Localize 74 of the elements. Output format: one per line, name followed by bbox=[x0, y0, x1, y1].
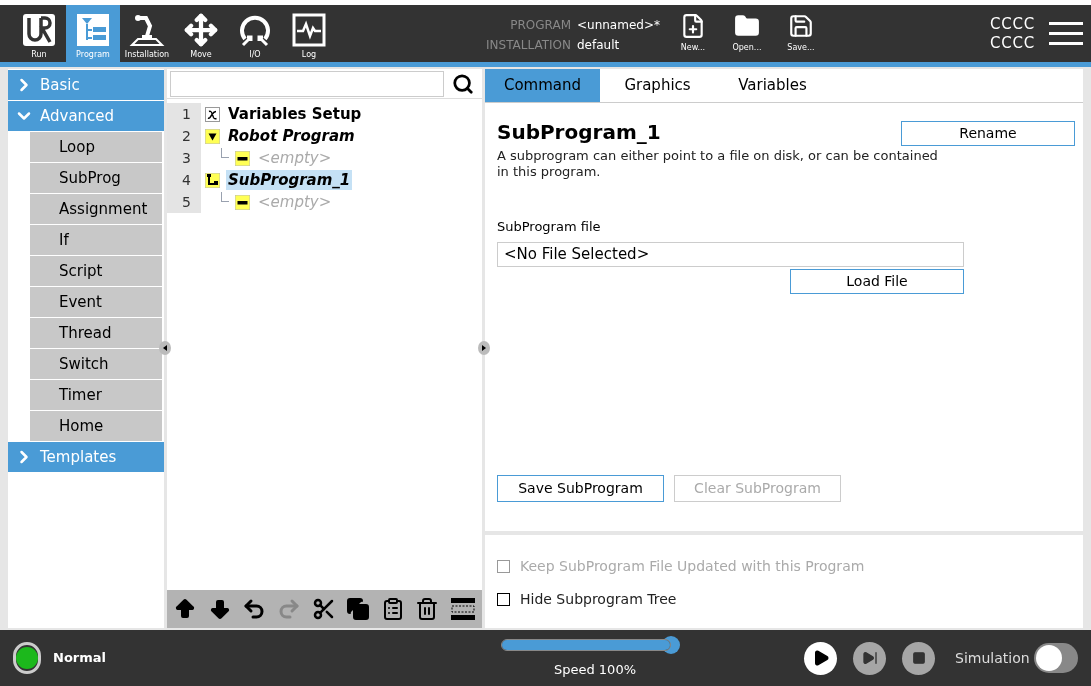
info-value: default bbox=[577, 36, 620, 54]
stop-icon bbox=[911, 651, 926, 665]
variable-x-icon bbox=[205, 106, 220, 122]
tree-branch-line bbox=[221, 148, 229, 158]
line-number: 5 bbox=[167, 191, 201, 213]
nav-tab[interactable]: Installation bbox=[120, 5, 174, 62]
move-arrows-icon bbox=[184, 13, 218, 47]
file-button[interactable]: New... bbox=[673, 13, 712, 54]
line-number: 1 bbox=[167, 103, 201, 125]
file-button[interactable]: Save... bbox=[781, 13, 820, 54]
action-button[interactable]: Save SubProgram bbox=[497, 474, 664, 502]
line-number: 3 bbox=[167, 147, 201, 169]
log-chart-icon bbox=[292, 13, 326, 47]
description-text: A subprogram can either point to a file on disk, or can be contained in this program. bbox=[497, 148, 939, 180]
robot-arm-icon bbox=[128, 13, 166, 47]
suppress-icon[interactable] bbox=[450, 597, 476, 621]
checkbox-label: Keep SubProgram File Updated with this Program bbox=[520, 557, 865, 576]
save-icon bbox=[787, 13, 814, 39]
line-number: 2 bbox=[167, 125, 201, 147]
command-item[interactable]: Script bbox=[30, 256, 162, 286]
command-item[interactable]: SubProg bbox=[30, 163, 162, 193]
command-item[interactable]: Timer bbox=[30, 380, 162, 410]
speed-reading: Speed 100% bbox=[553, 661, 637, 680]
tab[interactable]: Command bbox=[485, 69, 600, 102]
tree-node[interactable]: SubProgram_1 bbox=[226, 170, 353, 190]
scissors-icon[interactable] bbox=[311, 597, 336, 621]
subprogram-node-icon bbox=[205, 172, 220, 188]
simulation-label: Simulation bbox=[955, 648, 1030, 668]
nav-tab[interactable]: Move bbox=[174, 5, 228, 62]
search-field[interactable] bbox=[170, 70, 444, 97]
logo-icon bbox=[22, 13, 56, 47]
expand-handle-icon[interactable] bbox=[478, 341, 490, 355]
file-button[interactable]: Open... bbox=[727, 13, 766, 54]
checkbox-label: Hide Subprogram Tree bbox=[520, 590, 677, 609]
tree-node[interactable]: Variables Setup bbox=[226, 104, 364, 124]
command-item[interactable]: Switch bbox=[30, 349, 162, 379]
checkbox[interactable] bbox=[497, 593, 510, 606]
field-label: SubProgram file bbox=[497, 218, 602, 236]
folder-icon bbox=[733, 13, 760, 39]
line-number: 4 bbox=[167, 169, 201, 191]
collapse-triangle-icon bbox=[205, 128, 220, 144]
command-item[interactable]: Event bbox=[30, 287, 162, 317]
empty-node-icon bbox=[235, 194, 250, 210]
play-button[interactable] bbox=[804, 641, 837, 675]
rename-button[interactable]: Rename bbox=[901, 121, 1075, 146]
command-title: SubProgram_1 bbox=[497, 121, 661, 143]
tree-branch-line bbox=[221, 192, 229, 202]
info-value: <unnamed>* bbox=[577, 16, 660, 34]
nav-tab[interactable]: I/O bbox=[228, 5, 282, 62]
command-item[interactable]: Assignment bbox=[30, 194, 162, 224]
tree-node[interactable]: Robot Program bbox=[226, 126, 357, 146]
program-tree-icon bbox=[76, 13, 110, 47]
command-item[interactable]: If bbox=[30, 225, 162, 255]
command-item[interactable]: Home bbox=[30, 411, 162, 441]
command-item[interactable]: Thread bbox=[30, 318, 162, 348]
nav-tab[interactable]: Run bbox=[12, 5, 66, 62]
user-label: CCCC bbox=[990, 14, 1035, 34]
command-item[interactable]: Loop bbox=[30, 132, 162, 162]
move-up-icon[interactable] bbox=[173, 597, 197, 621]
status-label: Normal bbox=[53, 649, 106, 668]
empty-node-icon bbox=[235, 150, 250, 166]
nav-tab[interactable]: Log bbox=[282, 5, 336, 62]
info-label: INSTALLATION bbox=[486, 36, 571, 54]
user-label: CCCC bbox=[990, 33, 1035, 53]
search-icon[interactable] bbox=[452, 72, 474, 95]
io-icon bbox=[237, 13, 273, 47]
copy-icon[interactable] bbox=[346, 597, 371, 621]
load-file-button[interactable]: Load File bbox=[790, 268, 964, 294]
simulation-toggle[interactable] bbox=[1033, 643, 1078, 673]
step-icon bbox=[861, 650, 878, 666]
info-label: PROGRAM bbox=[509, 16, 571, 34]
collapse-handle-icon[interactable] bbox=[159, 341, 171, 355]
file-field[interactable]: <No File Selected> bbox=[497, 241, 964, 267]
trash-icon[interactable] bbox=[415, 597, 440, 621]
